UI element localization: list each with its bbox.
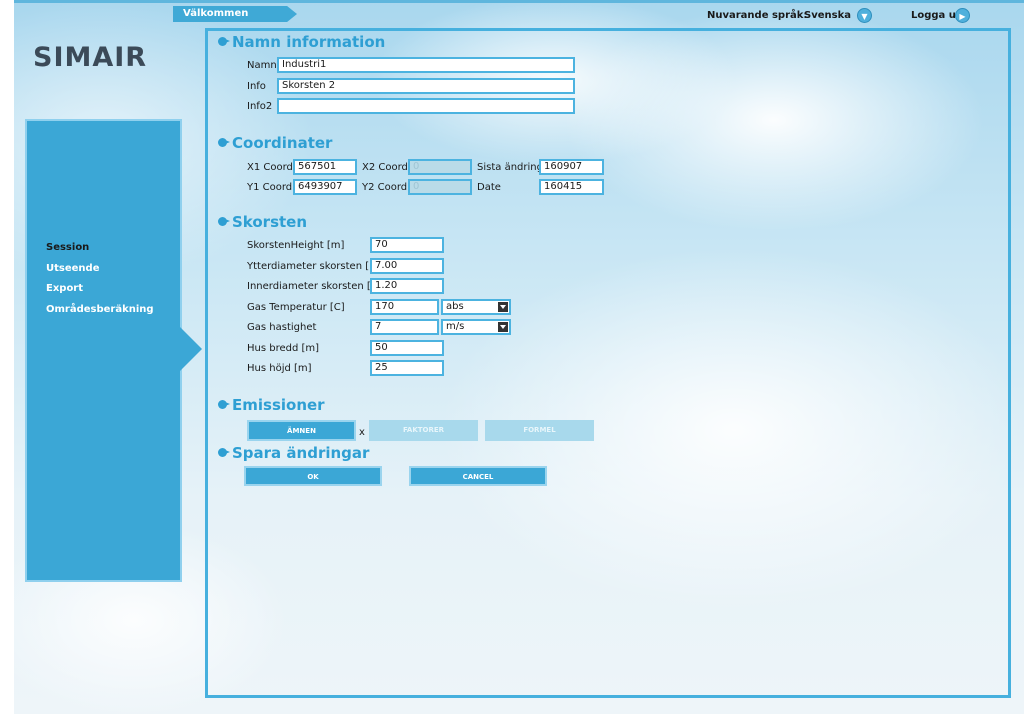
- x1-input[interactable]: 567501: [293, 159, 357, 175]
- info2-input[interactable]: [277, 98, 575, 114]
- ok-button[interactable]: OK: [244, 466, 382, 486]
- gas-temp-input[interactable]: 170: [370, 299, 439, 315]
- logout-arrow-icon[interactable]: ▶: [955, 8, 970, 23]
- sidebar-item-session[interactable]: Session: [46, 241, 154, 262]
- chimney-height-label: SkorstenHeight [m]: [247, 240, 345, 251]
- section-emissions: Emissioner: [218, 396, 325, 414]
- cancel-button[interactable]: CANCEL: [409, 466, 547, 486]
- bullet-icon: [218, 138, 230, 147]
- formula-button[interactable]: FORMEL: [485, 420, 594, 441]
- date-label: Date: [477, 182, 501, 193]
- chevron-down-icon: [498, 322, 508, 332]
- emissions-separator: x: [359, 427, 365, 438]
- bullet-icon: [218, 400, 230, 409]
- gas-speed-unit-value: m/s: [446, 321, 465, 332]
- substances-button[interactable]: ÄMNEN: [247, 420, 356, 441]
- date-input[interactable]: 160415: [539, 179, 604, 195]
- last-change-label: Sista ändring: [477, 162, 543, 173]
- bullet-icon: [218, 217, 230, 226]
- sidebar-panel: [25, 119, 182, 582]
- y1-input[interactable]: 6493907: [293, 179, 357, 195]
- info-label: Info: [247, 81, 266, 92]
- language-dropdown-icon[interactable]: ▼: [857, 8, 872, 23]
- language-label: Nuvarande språk:: [707, 10, 808, 21]
- outer-diameter-label: Ytterdiameter skorsten [m]: [247, 261, 383, 272]
- x2-input[interactable]: 0: [408, 159, 472, 175]
- language-value[interactable]: Svenska: [804, 10, 851, 21]
- gas-speed-input[interactable]: 7: [370, 319, 439, 335]
- factors-button[interactable]: FAKTORER: [369, 420, 478, 441]
- house-width-label: Hus bredd [m]: [247, 343, 320, 354]
- top-border: [14, 0, 1024, 3]
- chevron-down-icon: [498, 302, 508, 312]
- chimney-height-input[interactable]: 70: [370, 237, 444, 253]
- gas-temp-unit-value: abs: [446, 301, 464, 312]
- sidebar-item-export[interactable]: Export: [46, 282, 154, 303]
- x2-label: X2 Coord: [362, 162, 408, 173]
- section-title-text: Namn information: [232, 33, 386, 51]
- section-title-text: Spara ändringar: [232, 444, 370, 462]
- section-chimney: Skorsten: [218, 213, 307, 231]
- y1-label: Y1 Coord: [247, 182, 293, 193]
- last-change-input[interactable]: 160907: [539, 159, 604, 175]
- inner-diameter-input[interactable]: 1.20: [370, 278, 444, 294]
- bullet-icon: [218, 448, 230, 457]
- info2-label: Info2: [247, 101, 273, 112]
- sidebar-item-omradesberakning[interactable]: Områdesberäkning: [46, 303, 154, 324]
- section-name-info: Namn information: [218, 33, 385, 51]
- gas-temp-unit-select[interactable]: abs: [441, 299, 511, 315]
- y2-label: Y2 Coord: [362, 182, 408, 193]
- gas-speed-unit-select[interactable]: m/s: [441, 319, 511, 335]
- welcome-banner: Välkommen norrkoping: [173, 6, 297, 22]
- gas-temp-label: Gas Temperatur [C]: [247, 302, 345, 313]
- outer-diameter-input[interactable]: 7.00: [370, 258, 444, 274]
- inner-diameter-label: Innerdiameter skorsten [m]: [247, 281, 385, 292]
- house-height-input[interactable]: 25: [370, 360, 444, 376]
- simair-logo: SIMAIR: [33, 42, 148, 73]
- bullet-icon: [218, 37, 230, 46]
- sidebar-pointer-arrow: [180, 327, 202, 371]
- x1-label: X1 Coord: [247, 162, 293, 173]
- y2-input[interactable]: 0: [408, 179, 472, 195]
- section-coordinates: Coordinater: [218, 134, 332, 152]
- sidebar-item-utseende[interactable]: Utseende: [46, 262, 154, 283]
- logout-link[interactable]: Logga ut: [911, 10, 961, 21]
- house-height-label: Hus höjd [m]: [247, 363, 312, 374]
- gas-speed-label: Gas hastighet: [247, 322, 317, 333]
- section-title-text: Emissioner: [232, 396, 325, 414]
- section-title-text: Coordinater: [232, 134, 333, 152]
- sidebar-nav: Session Utseende Export Områdesberäkning: [46, 241, 154, 323]
- section-title-text: Skorsten: [232, 213, 308, 231]
- name-label: Namn: [247, 60, 277, 71]
- section-save: Spara ändringar: [218, 444, 369, 462]
- house-width-input[interactable]: 50: [370, 340, 444, 356]
- name-input[interactable]: Industri1: [277, 57, 575, 73]
- main-panel: [205, 28, 1011, 698]
- info-input[interactable]: Skorsten 2: [277, 78, 575, 94]
